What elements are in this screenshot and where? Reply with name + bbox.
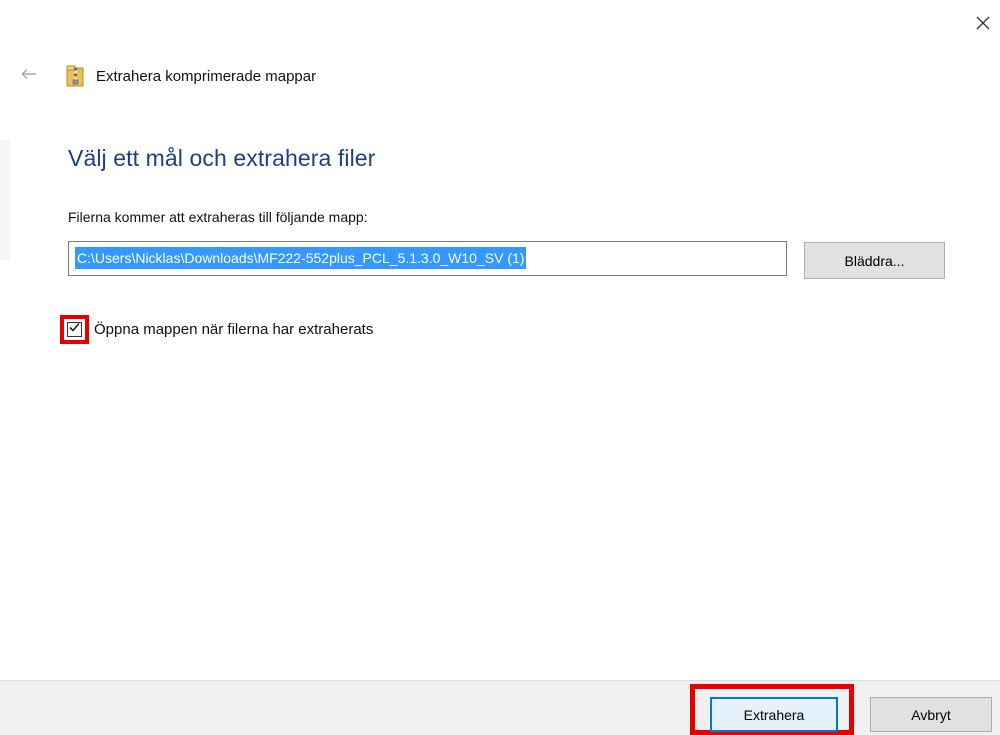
checkbox-highlight-box (60, 315, 89, 344)
page-title: Välj ett mål och extrahera filer (68, 145, 376, 171)
left-edge-strip (0, 140, 10, 260)
dialog-header: Extrahera komprimerade mappar (18, 64, 316, 88)
checkmark-icon (68, 321, 81, 339)
back-arrow-icon (21, 67, 37, 85)
close-icon (975, 15, 991, 36)
extract-button[interactable]: Extrahera (710, 697, 838, 732)
close-button[interactable] (972, 14, 994, 36)
open-folder-option: Öppna mappen när filerna har extraherats (60, 315, 373, 344)
window-title: Extrahera komprimerade mappar (96, 67, 317, 85)
back-button[interactable] (18, 65, 40, 87)
destination-label: Filerna kommer att extraheras till följa… (68, 209, 368, 225)
open-folder-label[interactable]: Öppna mappen när filerna har extraherats (94, 321, 373, 338)
cancel-button[interactable]: Avbryt (870, 697, 992, 732)
open-folder-checkbox[interactable] (67, 322, 82, 337)
destination-path-text: C:\Users\Nicklas\Downloads\MF222-552plus… (75, 247, 527, 269)
browse-button[interactable]: Bläddra... (804, 242, 945, 279)
zip-folder-icon (66, 65, 84, 87)
destination-path-input[interactable]: C:\Users\Nicklas\Downloads\MF222-552plus… (68, 241, 787, 276)
